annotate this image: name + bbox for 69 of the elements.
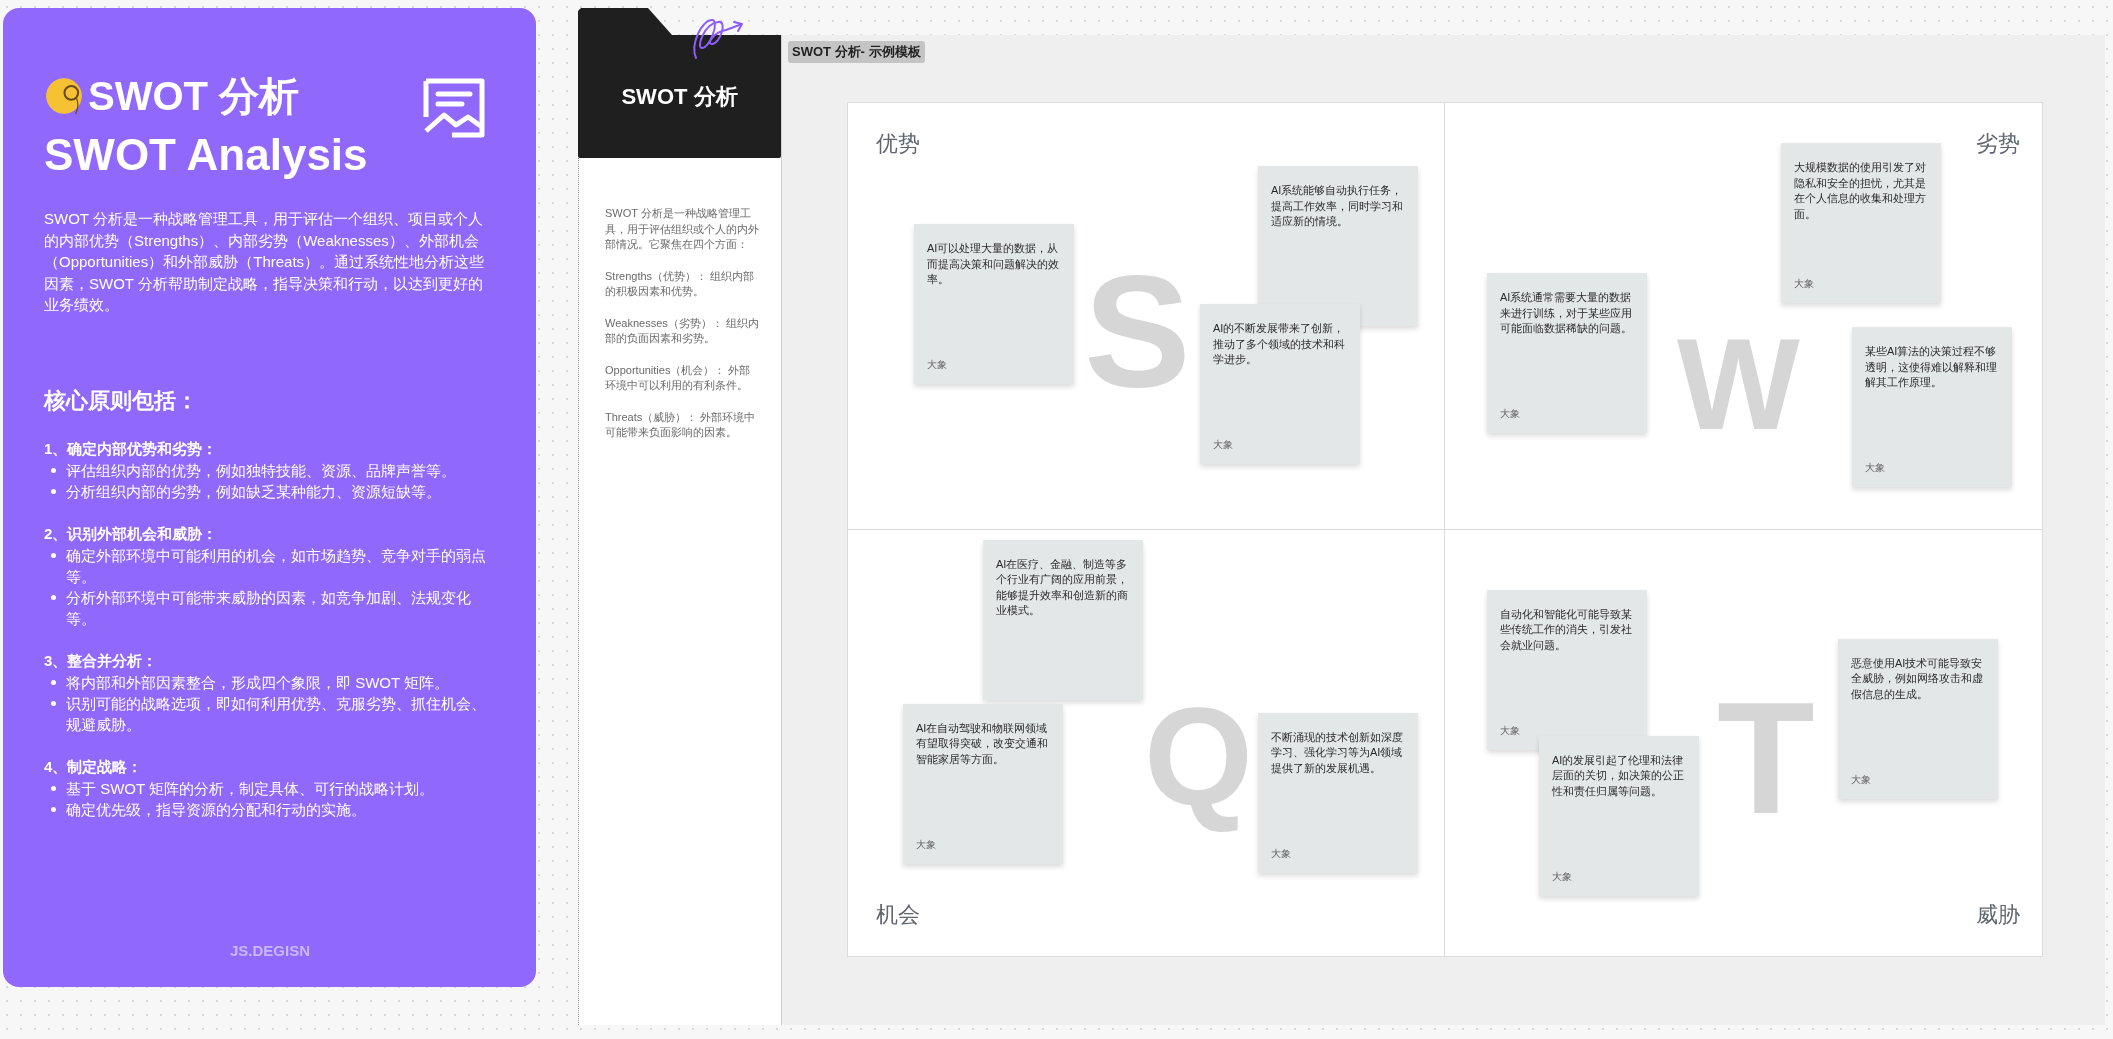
note-text: 某些AI算法的决策过程不够透明，这使得难以解释和理解其工作原理。: [1865, 344, 1998, 390]
sticky-note[interactable]: AI的不断发展带来了创新，推动了多个领域的技术和科学进步。 大象: [1200, 304, 1360, 464]
quadrant-title: 优势: [876, 130, 920, 158]
quadrant-title: 威胁: [1976, 901, 2020, 929]
note-author: 大象: [1552, 869, 1572, 884]
note-text: AI在自动驾驶和物联网领域有望取得突破，改变交通和智能家居等方面。: [916, 720, 1049, 767]
bullet-dot: [51, 785, 56, 791]
chart-frame-icon: [422, 77, 486, 139]
sticky-note[interactable]: AI可以处理大量的数据，从而提高决策和问题解决的效率。 大象: [914, 224, 1074, 384]
quadrant-title: 机会: [876, 901, 920, 929]
panel-subtitle: SWOT Analysis: [44, 129, 368, 181]
section-heading: 1、确定内部优势和劣势：: [44, 438, 219, 459]
quadrant-title: 劣势: [1976, 130, 2020, 158]
bullet-text: 将内部和外部因素整合，形成四个象限，即 SWOT 矩阵。: [66, 672, 451, 693]
sticky-note[interactable]: AI在医疗、金融、制造等多个行业有广阔的应用前景，能够提升效率和创造新的商业模式。: [983, 539, 1143, 700]
sidebar-paragraph: Opportunities（机会）： 外部环境中可以利用的有利条件。: [605, 362, 752, 393]
note-text: 大规模数据的使用引发了对隐私和安全的担忧，尤其是在个人信息的收集和处理方面。: [1794, 160, 1927, 222]
note-author: 大象: [1851, 772, 1871, 787]
note-author: 大象: [1500, 723, 1520, 738]
sticky-note[interactable]: 恶意使用AI技术可能导致安全威胁，例如网络攻击和虚假信息的生成。 大象: [1838, 638, 1998, 799]
sticky-note[interactable]: AI系统通常需要大量的数据来进行训练，对于某些应用可能面临数据稀缺的问题。 大象: [1487, 273, 1647, 433]
note-text: AI在医疗、金融、制造等多个行业有广阔的应用前景，能够提升效率和创造新的商业模式。: [996, 556, 1129, 618]
note-author: 大象: [916, 837, 936, 852]
brand-footer: JS.DEGISN: [44, 942, 496, 959]
bullet-dot: [51, 488, 56, 494]
bullet-dot: [51, 594, 56, 600]
bullet-text: 分析组织内部的劣势，例如缺乏某种能力、资源短缺等。: [66, 481, 442, 502]
bullet-dot: [51, 806, 56, 812]
frame-label: SWOT 分析- 示例模板: [788, 41, 925, 63]
bullet-text: 识别可能的战略选项，即如何利用优势、克服劣势、抓住机会、规避威胁。: [66, 693, 487, 735]
bullet-text: 基于 SWOT 矩阵的分析，制定具体、可行的战略计划。: [66, 778, 436, 799]
note-author: 大象: [1865, 461, 1885, 475]
note-text: AI系统能够自动执行任务，提高工作效率，同时学习和适应新的情境。: [1271, 183, 1404, 229]
note-text: 不断涌现的技术创新如深度学习、强化学习等为AI领域提供了新的发展机遇。: [1271, 729, 1404, 776]
sticky-note[interactable]: 不断涌现的技术创新如深度学习、强化学习等为AI领域提供了新的发展机遇。 大象: [1258, 712, 1418, 873]
note-text: AI的发展引起了伦理和法律层面的关切，如决策的公正性和责任归属等问题。: [1552, 752, 1685, 799]
bullet-dot: [51, 552, 56, 558]
sticky-note[interactable]: 某些AI算法的决策过程不够透明，这使得难以解释和理解其工作原理。 大象: [1852, 327, 2012, 487]
sidebar-paragraph: Threats（威胁）： 外部环境中可能带来负面影响的因素。: [605, 409, 757, 440]
bullet-dot: [51, 700, 56, 706]
section-heading: 3、整合并分析：: [44, 650, 159, 671]
bullet-text: 评估组织内部的优势，例如独特技能、资源、品牌声誉等。: [66, 460, 457, 481]
note-author: 大象: [1794, 277, 1814, 291]
bullet-dot: [51, 679, 56, 685]
sidebar-paragraph: Weaknesses（劣势）： 组织内部的负面因素和劣势。: [605, 315, 759, 346]
note-text: AI可以处理大量的数据，从而提高决策和问题解决的效率。: [927, 241, 1060, 287]
note-author: 大象: [1213, 438, 1233, 452]
sidebar-title: SWOT 分析: [621, 82, 738, 111]
bullet-text: 确定优先级，指导资源的分配和行动的实施。: [66, 799, 367, 820]
note-text: 自动化和智能化可能导致某些传统工作的消失，引发社会就业问题。: [1500, 606, 1633, 653]
bullet-text: 确定外部环境中可能利用的机会，如市场趋势、竞争对手的弱点等。: [66, 545, 487, 587]
note-text: AI系统通常需要大量的数据来进行训练，对于某些应用可能面临数据稀缺的问题。: [1500, 290, 1633, 336]
bullet-dot: [51, 467, 56, 473]
note-text: 恶意使用AI技术可能导致安全威胁，例如网络攻击和虚假信息的生成。: [1851, 655, 1984, 702]
sidebar-paragraph: SWOT 分析是一种战略管理工具，用于评估组织或个人的内外部情况。它聚焦在四个方面：: [605, 206, 759, 252]
sticky-note[interactable]: 大规模数据的使用引发了对隐私和安全的担忧，尤其是在个人信息的收集和处理方面。 大象: [1781, 143, 1941, 303]
sticky-note[interactable]: AI在自动驾驶和物联网领域有望取得突破，改变交通和智能家居等方面。 大象: [903, 703, 1063, 864]
bullet-text: 分析外部环境中可能带来威胁的因素，如竞争加剧、法规变化等。: [66, 587, 472, 629]
note-author: 大象: [1271, 846, 1291, 861]
principles-heading: 核心原则包括：: [44, 386, 199, 415]
sidebar-paragraph: Strengths（优势）： 组织内部的积极因素和优势。: [605, 268, 756, 299]
intro-paragraph: SWOT 分析是一种战略管理工具，用于评估一个组织、项目或个人的内部优势（Strengths）、内部劣势（Weaknesses）、外部机会（Opportunities）和外部威胁（Threats）。通过系统性地分析这些因素，SWOT 分析帮助制定战略，指导决策和行动，以达到更好的业务绩效。: [44, 209, 486, 315]
panel-title: SWOT 分析: [88, 73, 300, 120]
sticky-note[interactable]: 自动化和智能化可能导致某些传统工作的消失，引发社会就业问题。 大象: [1487, 589, 1647, 750]
note-author: 大象: [927, 358, 947, 372]
note-author: 大象: [1500, 407, 1520, 421]
section-heading: 2、识别外部机会和威胁：: [44, 523, 219, 544]
section-heading: 4、制定战略：: [44, 756, 144, 777]
sticky-note[interactable]: AI的发展引起了伦理和法律层面的关切，如决策的公正性和责任归属等问题。 大象: [1539, 735, 1699, 896]
